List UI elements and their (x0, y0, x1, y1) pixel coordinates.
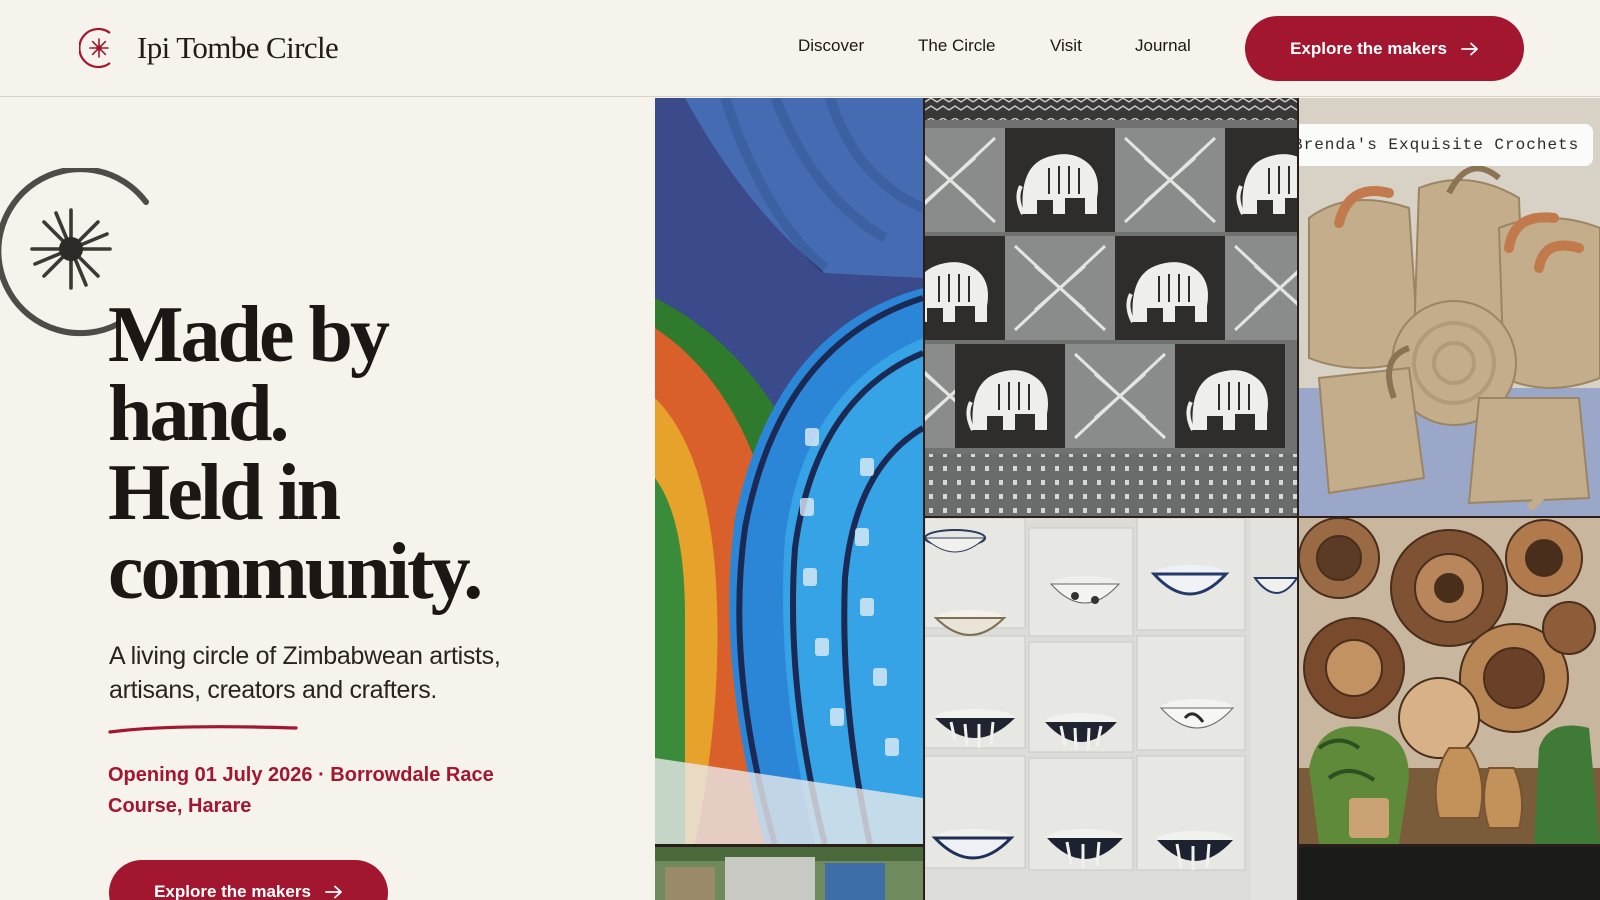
crochet-bags-photo[interactable]: Brenda's Exquisite Crochets (1299, 98, 1600, 516)
headline-line: hand. (108, 370, 289, 458)
nav-journal[interactable]: Journal (1135, 36, 1191, 56)
arrow-right-icon (325, 885, 342, 899)
headline-line: Made by (108, 291, 390, 379)
explore-makers-label: Explore the makers (1290, 38, 1447, 58)
explore-makers-label: Explore the makers (154, 882, 311, 900)
explore-makers-button-hero[interactable]: Explore the makers (109, 860, 388, 900)
headline-line: community. (108, 528, 483, 616)
nav-the-circle[interactable]: The Circle (918, 36, 995, 56)
explore-makers-button-header[interactable]: Explore the makers (1245, 16, 1524, 81)
nav-visit[interactable]: Visit (1050, 36, 1082, 56)
arrow-right-icon (1461, 42, 1478, 55)
dark-photo-tile (1299, 847, 1600, 900)
nav-discover[interactable]: Discover (798, 36, 864, 56)
maker-gallery: Brenda's Exquisite Crochets (655, 98, 1600, 900)
starburst-circle-icon (79, 27, 111, 69)
elephant-print-textile-photo[interactable] (925, 98, 1297, 516)
brand-name: Ipi Tombe Circle (137, 30, 339, 65)
opening-info: Opening 01 July 2026 · Borrowdale Race C… (108, 764, 494, 817)
hero-lede: A living circle of Zimbabwean artists, a… (109, 642, 501, 704)
headline-line: Held in (108, 449, 341, 537)
site-header: Ipi Tombe Circle Discover The Circle Vis… (0, 0, 1600, 97)
brand-logo[interactable]: Ipi Tombe Circle (79, 26, 339, 70)
market-stall-photo[interactable] (655, 847, 923, 900)
ceramic-bowls-photo[interactable] (925, 518, 1297, 900)
hero-headline: Made by hand. Held in community. (108, 291, 628, 616)
woven-baskets-photo[interactable] (1299, 518, 1600, 844)
brush-divider (108, 725, 298, 734)
vendor-sign: Brenda's Exquisite Crochets (1299, 124, 1593, 166)
printed-fabric-rolls-photo[interactable] (655, 98, 923, 844)
